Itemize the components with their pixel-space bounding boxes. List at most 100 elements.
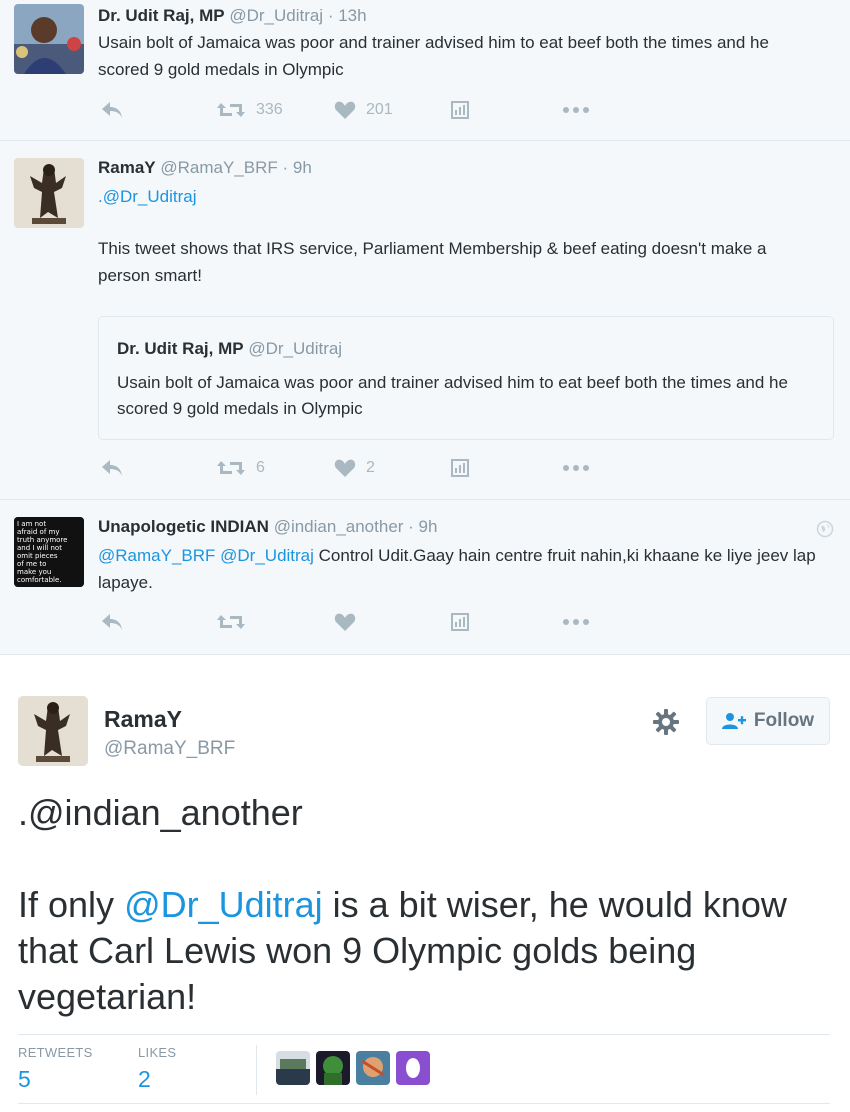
follow-button[interactable]: Follow (706, 697, 830, 745)
analytics-button[interactable] (450, 610, 470, 634)
author-name[interactable]: Unapologetic INDIAN (98, 517, 269, 536)
more-button[interactable] (562, 456, 590, 480)
svg-text:afraid of my: afraid of my (17, 528, 59, 536)
svg-text:omit pieces: omit pieces (17, 552, 58, 560)
gear-icon[interactable] (652, 708, 680, 741)
like-button[interactable] (334, 610, 356, 634)
tweet-text: Usain bolt of Jamaica was poor and train… (98, 33, 769, 79)
quoted-text: Usain bolt of Jamaica was poor and train… (117, 373, 788, 418)
author-handle[interactable]: @indian_another (274, 517, 404, 536)
svg-text:of me to: of me to (17, 560, 46, 568)
more-icon (563, 107, 589, 113)
tweet-header: Unapologetic INDIAN @indian_another · 9h (98, 517, 437, 537)
heart-icon (334, 459, 356, 477)
avatar[interactable] (14, 158, 84, 228)
svg-text:comfortable.: comfortable. (17, 576, 62, 584)
tweet-stats: RETWEETS 5 LIKES 2 (18, 1034, 830, 1104)
retweets-value: 5 (18, 1066, 31, 1092)
reply-icon (102, 614, 122, 630)
more-button[interactable] (562, 610, 590, 634)
author-name[interactable]: RamaY (104, 706, 182, 733)
avatar[interactable]: I am not afraid of my truth anymore and … (14, 517, 84, 587)
mention-link[interactable]: @Dr_Uditraj (124, 884, 323, 925)
liker-avatar[interactable] (396, 1051, 430, 1085)
tweet-text: This tweet shows that IRS service, Parli… (98, 239, 767, 285)
tweet-3[interactable]: I am not afraid of my truth anymore and … (0, 500, 850, 655)
heart-icon (334, 613, 356, 631)
analytics-button[interactable] (450, 456, 470, 480)
retweet-button[interactable] (216, 610, 246, 634)
tweet-text: If only @Dr_Uditraj is a bit wiser, he w… (18, 882, 818, 1020)
tweet-actions (98, 610, 618, 634)
retweet-icon (217, 103, 245, 117)
tweet-1[interactable]: Dr. Udit Raj, MP @Dr_Uditraj · 13h Usain… (0, 0, 850, 141)
like-count: 2 (366, 459, 375, 476)
analytics-icon (451, 459, 469, 477)
reply-icon (102, 102, 122, 118)
retweet-icon (217, 461, 245, 475)
timestamp[interactable]: · 9h (408, 517, 437, 536)
heart-icon (334, 101, 356, 119)
retweets-stat[interactable]: RETWEETS 5 (18, 1045, 93, 1093)
likes-value: 2 (138, 1066, 151, 1092)
author-handle[interactable]: @RamaY_BRF (160, 158, 277, 177)
retweet-button[interactable]: 336 (216, 98, 283, 122)
like-button[interactable]: 2 (334, 456, 375, 480)
svg-text:truth anymore: truth anymore (17, 536, 67, 544)
tweet-header: Dr. Udit Raj, MP @Dr_Uditraj · 13h (98, 6, 367, 26)
analytics-icon (451, 613, 469, 631)
permalink-tweet: RamaY @RamaY_BRF Follow .@indian_another… (0, 656, 850, 1112)
timestamp[interactable]: · 9h (283, 158, 312, 177)
author-handle[interactable]: @RamaY_BRF (104, 738, 235, 760)
analytics-icon (451, 101, 469, 119)
retweet-icon (217, 615, 245, 629)
more-button[interactable] (562, 98, 590, 122)
avatar[interactable] (14, 4, 84, 74)
tweet-text-part: If only (18, 884, 125, 925)
retweets-label: RETWEETS (18, 1045, 93, 1060)
author-name[interactable]: Dr. Udit Raj, MP (98, 6, 225, 25)
retweet-count: 336 (256, 101, 283, 118)
reply-mention[interactable]: .@indian_another (18, 790, 818, 836)
svg-text:I am not: I am not (17, 520, 46, 528)
svg-text:make you: make you (17, 568, 51, 576)
tweet-2[interactable]: RamaY @RamaY_BRF · 9h .@Dr_Uditraj This … (0, 141, 850, 500)
tweet-actions: 336 201 (98, 98, 618, 122)
liker-avatars (276, 1051, 430, 1085)
svg-text:and I will not: and I will not (17, 544, 62, 552)
analytics-button[interactable] (450, 98, 470, 122)
avatar-quote-image: I am not afraid of my truth anymore and … (14, 517, 84, 587)
tweet-actions: 6 2 (98, 456, 618, 480)
liker-avatar[interactable] (356, 1051, 390, 1085)
follow-label: Follow (753, 710, 815, 731)
globe-icon (816, 520, 834, 543)
retweet-count: 6 (256, 459, 265, 476)
more-icon (563, 465, 589, 471)
tweet-header: RamaY @RamaY_BRF · 9h (98, 158, 312, 178)
quoted-author-name: Dr. Udit Raj, MP (117, 339, 244, 358)
author-name[interactable]: RamaY (98, 158, 156, 177)
quoted-author-handle: @Dr_Uditraj (248, 339, 343, 358)
reply-icon (102, 460, 122, 476)
retweet-button[interactable]: 6 (216, 456, 265, 480)
avatar[interactable] (18, 696, 88, 766)
liker-avatar[interactable] (316, 1051, 350, 1085)
add-user-icon (721, 713, 746, 729)
liker-avatar[interactable] (276, 1051, 310, 1085)
like-count: 201 (366, 101, 393, 118)
mention-link[interactable]: @RamaY_BRF (98, 546, 215, 565)
divider (256, 1045, 257, 1095)
more-icon (563, 619, 589, 625)
likes-label: LIKES (138, 1045, 177, 1060)
quoted-tweet[interactable]: Dr. Udit Raj, MP @Dr_Uditraj Usain bolt … (98, 316, 834, 440)
like-button[interactable]: 201 (334, 98, 393, 122)
author-handle[interactable]: @Dr_Uditraj (229, 6, 323, 25)
reply-mention[interactable]: .@Dr_Uditraj (98, 183, 197, 210)
timestamp[interactable]: · 13h (328, 6, 367, 25)
reply-button[interactable] (100, 456, 124, 480)
conversation-thread: Dr. Udit Raj, MP @Dr_Uditraj · 13h Usain… (0, 0, 850, 655)
reply-button[interactable] (100, 98, 124, 122)
likes-stat[interactable]: LIKES 2 (138, 1045, 176, 1093)
mention-link[interactable]: @Dr_Uditraj (220, 546, 314, 565)
reply-button[interactable] (100, 610, 124, 634)
